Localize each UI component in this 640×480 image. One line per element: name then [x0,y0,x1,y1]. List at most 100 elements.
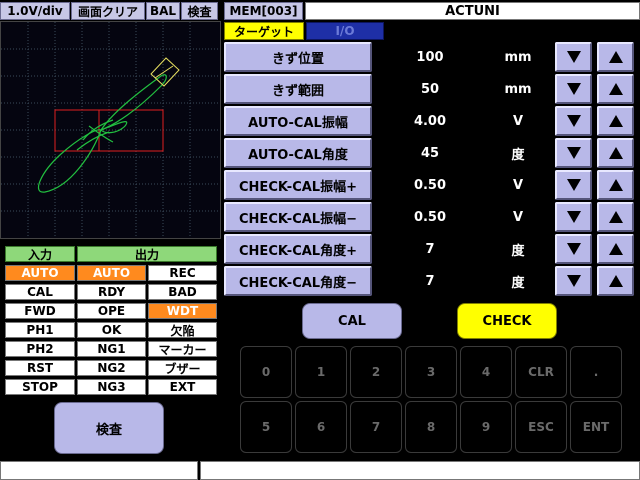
triangle-down-icon [566,179,581,191]
increment-button[interactable] [597,106,634,136]
triangle-down-icon [566,115,581,127]
param-value-auto-cal-angle[interactable]: 45 [374,138,486,168]
param-unit: V [488,106,548,136]
io-output-buzzer: ブザー [148,360,217,376]
key-9[interactable]: 9 [460,401,512,453]
key-clr[interactable]: CLR [515,346,567,398]
scope-display [0,21,221,239]
key-1[interactable]: 1 [295,346,347,398]
key-decimal[interactable]: . [570,346,622,398]
key-0[interactable]: 0 [240,346,292,398]
triangle-up-icon [608,243,623,255]
inspect-button[interactable]: 検査 [54,402,164,454]
decrement-button[interactable] [555,74,592,104]
param-label-flaw-position[interactable]: きず位置 [224,42,372,72]
param-label-auto-cal-amplitude[interactable]: AUTO-CAL振幅 [224,106,372,136]
triangle-up-icon [608,211,623,223]
page-title: ACTUNI [305,2,640,20]
param-value-check-cal-angle-minus[interactable]: 7 [374,266,486,296]
key-8[interactable]: 8 [405,401,457,453]
decrement-button[interactable] [555,266,592,296]
param-label-check-cal-amplitude-minus[interactable]: CHECK-CAL振幅− [224,202,372,232]
decrement-button[interactable] [555,170,592,200]
param-unit: V [488,202,548,232]
bal-button[interactable]: BAL [146,2,180,20]
io-input-stop: STOP [5,379,75,395]
decrement-button[interactable] [555,42,592,72]
param-label-check-cal-amplitude-plus[interactable]: CHECK-CAL振幅+ [224,170,372,200]
io-output-ope: OPE [77,303,146,319]
io-output-auto: AUTO [77,265,146,281]
io-input-cal: CAL [5,284,75,300]
decrement-button[interactable] [555,202,592,232]
increment-button[interactable] [597,202,634,232]
tab-io[interactable]: I/O [306,22,384,40]
io-input-ph2: PH2 [5,341,75,357]
io-output-bad: BAD [148,284,217,300]
param-unit: V [488,170,548,200]
param-value-auto-cal-amplitude[interactable]: 4.00 [374,106,486,136]
triangle-down-icon [566,243,581,255]
io-input-auto: AUTO [5,265,75,281]
key-esc[interactable]: ESC [515,401,567,453]
key-3[interactable]: 3 [405,346,457,398]
param-unit: mm [488,74,548,104]
lissajous-plot [1,22,220,238]
decrement-button[interactable] [555,138,592,168]
param-unit: mm [488,42,548,72]
param-value-flaw-position[interactable]: 100 [374,42,486,72]
status-bar-right [200,461,640,480]
key-5[interactable]: 5 [240,401,292,453]
io-input-rst: RST [5,360,75,376]
param-unit: 度 [488,234,548,264]
io-input-fwd: FWD [5,303,75,319]
increment-button[interactable] [597,74,634,104]
tab-target[interactable]: ターゲット [224,22,304,40]
key-2[interactable]: 2 [350,346,402,398]
triangle-down-icon [566,51,581,63]
io-output-header: 出力 [77,246,217,262]
triangle-down-icon [566,211,581,223]
triangle-up-icon [608,115,623,127]
key-7[interactable]: 7 [350,401,402,453]
key-ent[interactable]: ENT [570,401,622,453]
triangle-down-icon [566,275,581,287]
memory-indicator: MEM[003] [224,2,303,20]
param-label-flaw-range[interactable]: きず範囲 [224,74,372,104]
triangle-down-icon [566,83,581,95]
param-unit: 度 [488,138,548,168]
io-output-ok: OK [77,322,146,338]
param-label-auto-cal-angle[interactable]: AUTO-CAL角度 [224,138,372,168]
param-value-check-cal-amplitude-minus[interactable]: 0.50 [374,202,486,232]
io-output-defect: 欠陥 [148,322,217,338]
triangle-up-icon [608,83,623,95]
param-value-flaw-range[interactable]: 50 [374,74,486,104]
key-4[interactable]: 4 [460,346,512,398]
triangle-up-icon [608,275,623,287]
triangle-down-icon [566,147,581,159]
param-label-check-cal-angle-plus[interactable]: CHECK-CAL角度+ [224,234,372,264]
status-bar-left [0,461,198,480]
scale-button[interactable]: 1.0V/div [0,2,70,20]
decrement-button[interactable] [555,234,592,264]
increment-button[interactable] [597,234,634,264]
clear-screen-button[interactable]: 画面クリア [71,2,145,20]
cal-button[interactable]: CAL [302,303,402,339]
decrement-button[interactable] [555,106,592,136]
triangle-up-icon [608,147,623,159]
param-value-check-cal-amplitude-plus[interactable]: 0.50 [374,170,486,200]
io-input-ph1: PH1 [5,322,75,338]
increment-button[interactable] [597,170,634,200]
io-output-rdy: RDY [77,284,146,300]
increment-button[interactable] [597,42,634,72]
inspect-header-button[interactable]: 検査 [181,2,218,20]
increment-button[interactable] [597,138,634,168]
check-button[interactable]: CHECK [457,303,557,339]
param-label-check-cal-angle-minus[interactable]: CHECK-CAL角度− [224,266,372,296]
io-output-ng1: NG1 [77,341,146,357]
param-value-check-cal-angle-plus[interactable]: 7 [374,234,486,264]
triangle-up-icon [608,51,623,63]
param-unit: 度 [488,266,548,296]
increment-button[interactable] [597,266,634,296]
key-6[interactable]: 6 [295,401,347,453]
